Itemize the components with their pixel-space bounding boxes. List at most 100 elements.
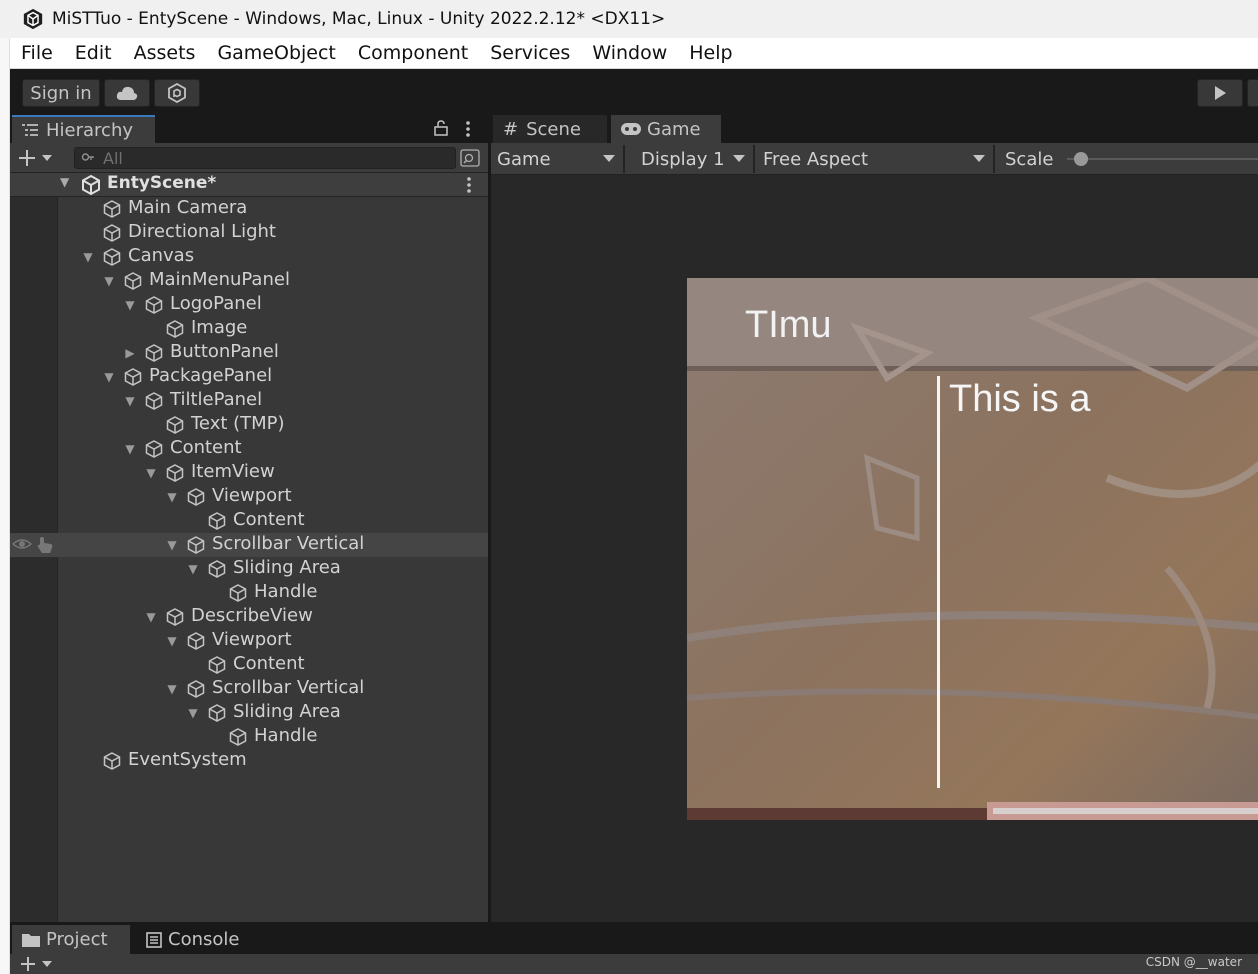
plus-icon — [21, 957, 35, 971]
expand-arrow-icon[interactable]: ▼ — [123, 394, 137, 408]
expand-arrow-icon[interactable]: ▼ — [102, 274, 116, 288]
hierarchy-item[interactable]: ▼ Canvas — [10, 245, 488, 269]
gameobject-cube-icon — [102, 247, 122, 267]
expand-arrow-icon[interactable]: ▼ — [123, 298, 137, 312]
gameobject-cube-icon — [207, 703, 227, 723]
pause-button[interactable] — [1247, 79, 1258, 107]
project-create-button[interactable] — [20, 956, 52, 972]
scene-header-row[interactable]: ▼ EntyScene* — [10, 173, 488, 197]
scene-more-icon[interactable] — [466, 176, 472, 194]
scale-slider-handle[interactable] — [1074, 152, 1088, 166]
hierarchy-search-input[interactable]: All — [74, 147, 456, 169]
list-icon — [22, 124, 38, 136]
hierarchy-item[interactable]: Image — [10, 317, 488, 341]
collab-icon — [168, 83, 186, 103]
caret-down-icon — [603, 155, 615, 162]
hierarchy-item[interactable]: ▼ ItemView — [10, 461, 488, 485]
game-mode-dropdown[interactable]: Game — [491, 145, 625, 173]
hierarchy-item-label: LogoPanel — [170, 293, 262, 314]
hierarchy-item[interactable]: Text (TMP) — [10, 413, 488, 437]
scale-slider-track[interactable] — [1067, 158, 1258, 160]
hierarchy-item[interactable]: ▼ Viewport — [10, 629, 488, 653]
hierarchy-item[interactable]: Handle — [10, 725, 488, 749]
expand-arrow-icon[interactable]: ▼ — [144, 466, 158, 480]
sign-in-button[interactable]: Sign in — [22, 79, 100, 107]
hierarchy-item[interactable]: Content — [10, 653, 488, 677]
hierarchy-item-label: Scrollbar Vertical — [212, 533, 365, 554]
menu-assets[interactable]: Assets — [123, 42, 207, 64]
hierarchy-item[interactable]: ▼ DescribeView — [10, 605, 488, 629]
gameobject-cube-icon — [186, 679, 206, 699]
tab-console[interactable]: Console — [136, 925, 266, 954]
expand-arrow-icon[interactable]: ▼ — [165, 682, 179, 696]
gameobject-cube-icon — [144, 391, 164, 411]
hierarchy-item-label: Text (TMP) — [191, 413, 285, 434]
display-dropdown[interactable]: Display 1 — [629, 145, 755, 173]
tab-hierarchy[interactable]: Hierarchy — [12, 115, 155, 143]
tab-scene[interactable]: # Scene — [493, 115, 607, 143]
play-icon — [1215, 86, 1226, 100]
hierarchy-item[interactable]: Directional Light — [10, 221, 488, 245]
hierarchy-item[interactable]: ▼ PackagePanel — [10, 365, 488, 389]
menu-file[interactable]: File — [10, 42, 64, 64]
hierarchy-item-label: DescribeView — [191, 605, 313, 626]
hierarchy-item[interactable]: ▼ Viewport — [10, 485, 488, 509]
hierarchy-item-label: EventSystem — [128, 749, 247, 770]
hierarchy-item[interactable]: ▼ MainMenuPanel — [10, 269, 488, 293]
collapse-arrow-icon[interactable]: ▶ — [123, 346, 137, 360]
lock-icon[interactable] — [434, 120, 448, 136]
expand-arrow-icon[interactable]: ▼ — [123, 442, 137, 456]
hierarchy-item[interactable]: ▼ Sliding Area — [10, 557, 488, 581]
expand-arrow-icon[interactable]: ▼ — [186, 706, 200, 720]
hierarchy-item[interactable]: ▼ Scrollbar Vertical — [10, 677, 488, 701]
gameobject-cube-icon — [228, 727, 248, 747]
game-view-canvas[interactable]: TImu This is a — [491, 175, 1258, 922]
create-button[interactable] — [18, 149, 58, 167]
hierarchy-item-label: Directional Light — [128, 221, 276, 242]
tab-game-label: Game — [647, 118, 701, 140]
expand-arrow-icon[interactable]: ▼ — [186, 562, 200, 576]
game-title-text: TImu — [745, 304, 832, 346]
hierarchy-item[interactable]: Main Camera — [10, 197, 488, 221]
hierarchy-item[interactable]: ▶ ButtonPanel — [10, 341, 488, 365]
more-options-icon[interactable] — [465, 120, 471, 138]
collab-button[interactable] — [154, 79, 200, 107]
hierarchy-item-label: Content — [233, 509, 305, 530]
aspect-dropdown[interactable]: Free Aspect — [757, 145, 995, 173]
menu-services[interactable]: Services — [479, 42, 581, 64]
cloud-button[interactable] — [104, 79, 150, 107]
menu-help[interactable]: Help — [678, 42, 743, 64]
hierarchy-item[interactable]: Content — [10, 509, 488, 533]
window-title: MiSTTuo - EntyScene - Windows, Mac, Linu… — [52, 9, 666, 29]
pickable-hand-icon[interactable] — [36, 536, 54, 559]
expand-arrow-icon[interactable]: ▼ — [165, 490, 179, 504]
menu-gameobject[interactable]: GameObject — [206, 42, 346, 64]
scene-search-icon[interactable] — [460, 149, 480, 167]
gameobject-cube-icon — [102, 223, 122, 243]
hierarchy-item[interactable]: Handle — [10, 581, 488, 605]
expand-arrow-icon[interactable]: ▼ — [60, 175, 69, 189]
expand-arrow-icon[interactable]: ▼ — [144, 610, 158, 624]
hierarchy-item[interactable]: ▼ Scrollbar Vertical — [10, 533, 488, 557]
hierarchy-item[interactable]: ▼ TiltlePanel — [10, 389, 488, 413]
hierarchy-item[interactable]: ▼ Sliding Area — [10, 701, 488, 725]
hierarchy-tree: Main Camera Directional Light ▼ Canvas ▼ Main… — [10, 197, 488, 922]
play-button[interactable] — [1197, 79, 1243, 107]
search-placeholder: All — [103, 148, 123, 168]
tab-project[interactable]: Project — [12, 925, 130, 954]
tab-game[interactable]: Game — [611, 115, 721, 143]
hierarchy-item[interactable]: EventSystem — [10, 749, 488, 773]
hierarchy-item-label: TiltlePanel — [170, 389, 263, 410]
expand-arrow-icon[interactable]: ▼ — [165, 538, 179, 552]
expand-arrow-icon[interactable]: ▼ — [102, 370, 116, 384]
caret-down-icon — [42, 961, 52, 967]
expand-arrow-icon[interactable]: ▼ — [165, 634, 179, 648]
menu-edit[interactable]: Edit — [64, 42, 123, 64]
visibility-eye-icon[interactable] — [11, 536, 33, 557]
menu-component[interactable]: Component — [347, 42, 479, 64]
expand-arrow-icon[interactable]: ▼ — [81, 250, 95, 264]
hierarchy-item[interactable]: ▼ LogoPanel — [10, 293, 488, 317]
hierarchy-item[interactable]: ▼ Content — [10, 437, 488, 461]
gameobject-cube-icon — [186, 631, 206, 651]
menu-window[interactable]: Window — [581, 42, 678, 64]
